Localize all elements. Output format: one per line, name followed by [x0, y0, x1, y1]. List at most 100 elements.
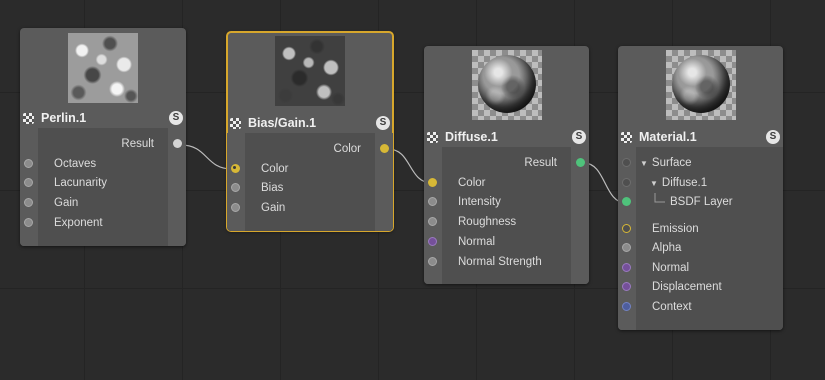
solo-button[interactable]: S — [169, 111, 183, 125]
output-port[interactable] — [576, 158, 585, 167]
material-node-icon — [427, 131, 438, 143]
input-port[interactable] — [622, 178, 631, 187]
disclosure-triangle-icon[interactable]: ▼ — [640, 159, 648, 168]
node-editor-canvas[interactable]: Perlin.1 S Result Octaves Lacunarity Gai… — [0, 0, 825, 380]
input-label: Color — [458, 177, 486, 189]
input-label: Color — [261, 163, 289, 175]
texture-node-icon — [23, 112, 34, 124]
input-port[interactable] — [24, 178, 33, 187]
input-port[interactable] — [622, 263, 631, 272]
output-label: Color — [333, 143, 361, 155]
input-port[interactable] — [428, 197, 437, 206]
input-label: Normal Strength — [458, 256, 542, 268]
input-label: Bias — [261, 182, 284, 194]
node-material[interactable]: Material.1 S ▼ Surface ▼ Diffuse.1 BSDF … — [618, 46, 783, 330]
input-port[interactable] — [428, 257, 437, 266]
input-row-color: Color — [424, 174, 589, 192]
output-label: Result — [121, 138, 154, 150]
node-title: Diffuse.1 — [445, 130, 498, 144]
tree-row-bsdf-layer[interactable]: BSDF Layer — [618, 193, 783, 211]
tree-label: BSDF Layer — [670, 196, 733, 208]
input-port[interactable] — [231, 183, 240, 192]
tree-row-diffuse[interactable]: ▼ Diffuse.1 — [618, 174, 783, 192]
node-biasgain[interactable]: Bias/Gain.1 S Color Color Bias Gain — [226, 31, 394, 232]
output-row-result: Result — [20, 135, 186, 153]
solo-button[interactable]: S — [572, 130, 586, 144]
tree-label: Diffuse.1 — [661, 177, 708, 189]
input-row-exponent: Exponent — [20, 214, 186, 232]
input-port[interactable] — [622, 302, 631, 311]
input-port[interactable] — [622, 282, 631, 291]
input-port[interactable] — [24, 198, 33, 207]
node-title: Bias/Gain.1 — [248, 116, 317, 130]
input-row-color: Color — [227, 160, 393, 178]
node-body: Result Color Intensity Roughness Normal — [424, 147, 589, 284]
input-label: Gain — [54, 197, 79, 209]
input-port[interactable] — [622, 243, 631, 252]
texture-node-icon — [230, 117, 241, 129]
node-header[interactable]: Bias/Gain.1 S — [227, 113, 393, 133]
sphere-preview — [471, 50, 542, 120]
node-header[interactable]: Perlin.1 S — [20, 108, 186, 128]
input-row-intensity: Intensity — [424, 193, 589, 211]
output-row-color: Color — [227, 140, 393, 158]
input-port[interactable] — [622, 224, 631, 233]
input-label: Normal — [458, 236, 496, 248]
output-port[interactable] — [380, 144, 389, 153]
input-label: Displacement — [652, 281, 722, 293]
disclosure-triangle-icon[interactable]: ▼ — [650, 179, 658, 188]
input-label: Octaves — [54, 158, 97, 170]
input-label: Normal — [652, 262, 690, 274]
wire-perlin-to-biasgain[interactable] — [180, 144, 233, 170]
sphere-preview — [665, 50, 736, 120]
input-port[interactable] — [428, 178, 437, 187]
shaded-sphere — [671, 55, 730, 113]
output-port[interactable] — [173, 139, 182, 148]
node-title: Material.1 — [639, 130, 697, 144]
node-title: Perlin.1 — [41, 111, 87, 125]
node-body: Color Color Bias Gain — [227, 133, 393, 231]
input-row-octaves: Octaves — [20, 155, 186, 173]
input-label: Roughness — [458, 216, 517, 228]
solo-button[interactable]: S — [376, 116, 390, 130]
input-row-gain: Gain — [227, 199, 393, 217]
input-row-bias: Bias — [227, 179, 393, 197]
input-port[interactable] — [622, 158, 631, 167]
noise-preview — [275, 36, 345, 106]
input-port[interactable] — [428, 217, 437, 226]
node-header[interactable]: Diffuse.1 S — [424, 127, 589, 147]
input-label: Emission — [652, 223, 699, 235]
material-node-icon — [621, 131, 632, 143]
input-port[interactable] — [428, 237, 437, 246]
input-row-displacement: Displacement — [618, 278, 783, 296]
tree-label: Surface — [651, 157, 692, 169]
input-label: Context — [652, 301, 692, 313]
input-port-connected[interactable] — [231, 164, 240, 173]
input-row-normal-strength: Normal Strength — [424, 253, 589, 271]
tree-branch-line — [654, 193, 665, 203]
shaded-sphere — [477, 55, 536, 113]
input-port[interactable] — [24, 159, 33, 168]
input-port-connected[interactable] — [622, 197, 631, 206]
input-row-roughness: Roughness — [424, 213, 589, 231]
input-label: Alpha — [652, 242, 682, 254]
node-diffuse[interactable]: Diffuse.1 S Result Color Intensity Rough… — [424, 46, 589, 284]
output-label: Result — [524, 157, 557, 169]
input-label: Lacunarity — [54, 177, 108, 189]
input-row-gain: Gain — [20, 194, 186, 212]
solo-button[interactable]: S — [766, 130, 780, 144]
input-port[interactable] — [24, 218, 33, 227]
input-label: Exponent — [54, 217, 103, 229]
input-row-context: Context — [618, 298, 783, 316]
tree-row-surface[interactable]: ▼ Surface — [618, 154, 783, 172]
input-label: Intensity — [458, 196, 501, 208]
noise-preview — [68, 33, 138, 103]
input-label: Gain — [261, 202, 286, 214]
output-row-result: Result — [424, 154, 589, 172]
input-row-alpha: Alpha — [618, 239, 783, 257]
node-header[interactable]: Material.1 S — [618, 127, 783, 147]
node-perlin[interactable]: Perlin.1 S Result Octaves Lacunarity Gai… — [20, 28, 186, 246]
input-port[interactable] — [231, 203, 240, 212]
input-row-normal: Normal — [618, 259, 783, 277]
input-row-normal: Normal — [424, 233, 589, 251]
